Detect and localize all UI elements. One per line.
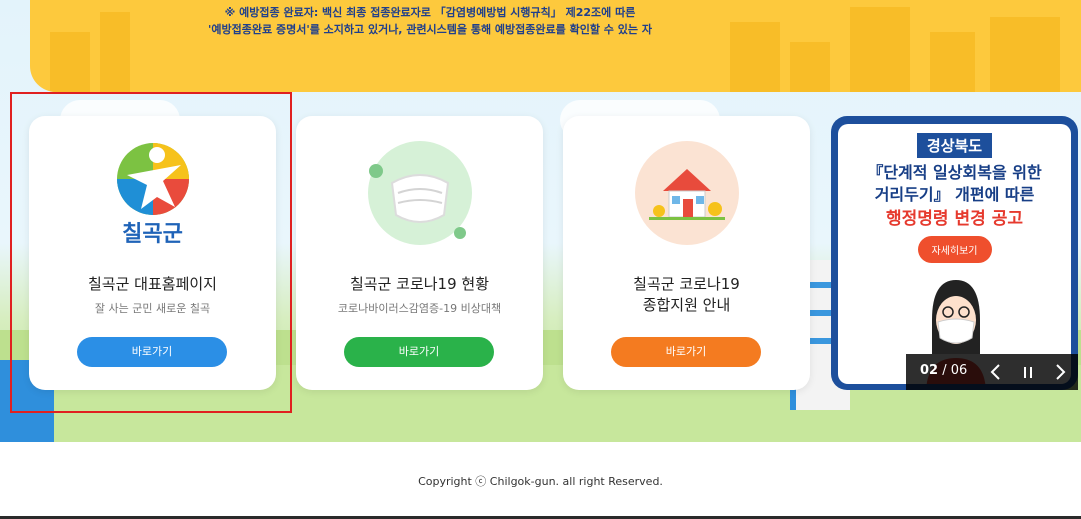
slide-counter: 02 / 06 [920,363,967,378]
covid-support-card[interactable]: 칠곡군 코로나19 종합지원 안내 바로가기 [563,116,810,390]
banner-line-2: '예방접종완료 증명서'를 소지하고 있거나, 관련시스템을 통해 예방접종완료… [208,23,652,36]
vaccination-notice-banner: ※ 예방접종 완료자: 백신 최종 접종완료자로 「감염병예방법 시행규칙」 제… [30,0,1081,92]
mask-icon [368,141,472,245]
footer: Copyright ⓒ Chilgok-gun. all right Reser… [0,442,1081,519]
copyright-text: Copyright ⓒ Chilgok-gun. all right Reser… [418,475,663,488]
detail-button[interactable]: 자세히보기 [917,236,992,263]
covid-status-go-button[interactable]: 바로가기 [344,337,494,367]
counter-separator: / [938,363,951,378]
chevron-left-icon[interactable] [984,360,1008,384]
banner-text: ※ 예방접종 완료자: 백신 최종 접종완료자로 「감염병예방법 시행규칙」 제… [150,4,710,38]
pause-icon[interactable] [1016,360,1040,384]
card-title-line1: 칠곡군 코로나19 [633,275,740,293]
notice-slide[interactable]: 경상북도 『단계적 일상회복을 위한 거리두기』 개편에 따른 행정명령 변경 … [838,124,1071,384]
chevron-right-icon[interactable] [1048,360,1072,384]
card-title: 칠곡군 코로나19 현황 [349,275,490,293]
covid-support-go-button[interactable]: 바로가기 [611,337,761,367]
notice-slider[interactable]: 경상북도 『단계적 일상회복을 위한 거리두기』 개편에 따른 행정명령 변경 … [831,116,1078,390]
notice-line-3: 행정명령 변경 공고 [886,209,1023,229]
notice-badge: 경상북도 [916,133,993,158]
card-title-line2: 종합지원 안내 [642,296,731,314]
current-slide: 02 [920,363,939,378]
covid-status-card[interactable]: 칠곡군 코로나19 현황 코로나바이러스감염증-19 비상대책 바로가기 [296,116,543,390]
notice-line-1: 『단계적 일상회복을 위한 [867,163,1042,182]
total-slides: 06 [950,363,968,378]
house-icon [635,141,739,245]
slider-pager: 02 / 06 [906,354,1078,390]
banner-line-1: ※ 예방접종 완료자: 백신 최종 접종완료자로 「감염병예방법 시행규칙」 제… [224,6,636,19]
selection-highlight [10,92,292,413]
card-subtitle: 코로나바이러스감염증-19 비상대책 [337,302,502,315]
notice-line-2: 거리두기』 개편에 따른 [874,185,1035,204]
